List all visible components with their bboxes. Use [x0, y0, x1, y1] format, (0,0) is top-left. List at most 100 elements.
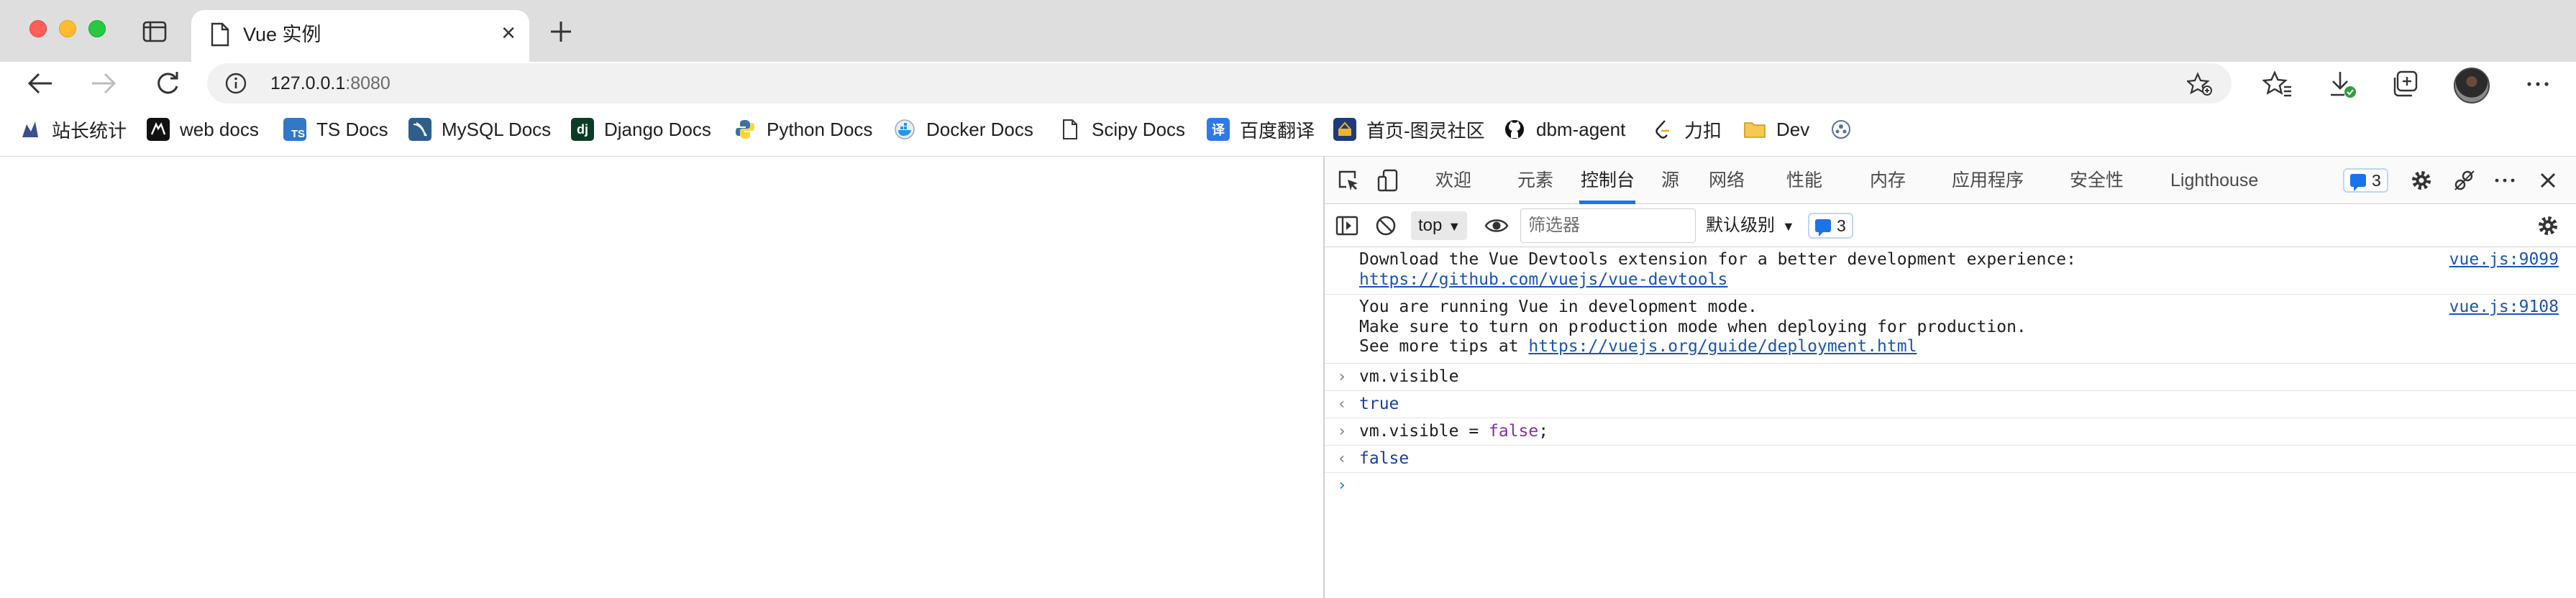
address-bar[interactable]: 127.0.0.1:8080: [207, 63, 2232, 104]
profile-avatar[interactable]: [2454, 68, 2490, 104]
downloads-icon[interactable]: [2327, 69, 2357, 99]
active-tab[interactable]: Vue 实例 ×: [191, 10, 529, 62]
command-value: false: [1489, 422, 1539, 441]
mysql-icon: [408, 118, 431, 141]
message-icon: [2350, 174, 2366, 191]
result-value: false: [1359, 449, 1410, 468]
devtools-tab-lighthouse[interactable]: Lighthouse: [2170, 168, 2258, 193]
bookmark-item[interactable]: 力扣: [1651, 115, 1722, 144]
bookmark-item[interactable]: Dev: [1743, 115, 1809, 144]
bookmark-item[interactable]: [1830, 115, 1863, 144]
console-issues-badge[interactable]: 3: [1808, 213, 1853, 239]
url-port: :8080: [345, 73, 390, 93]
forward-icon[interactable]: [88, 68, 119, 99]
bookmark-label: Docker Docs: [926, 118, 1033, 140]
tab-title: Vue 实例: [243, 24, 321, 45]
command-prefix: vm.visible =: [1359, 422, 1489, 441]
more-options-icon[interactable]: [2523, 69, 2553, 99]
devtools-tab-memory[interactable]: 内存: [1870, 168, 1906, 193]
bookmark-item[interactable]: 站长统计: [19, 115, 127, 144]
bookmark-label: 百度翻译: [1240, 119, 1315, 142]
refresh-icon[interactable]: [151, 68, 183, 99]
bookmark-item[interactable]: Python Docs: [734, 115, 872, 144]
django-icon: dj: [571, 118, 594, 141]
favorites-icon[interactable]: [2262, 69, 2293, 99]
console-prompt-row[interactable]: ›: [1325, 473, 2576, 502]
console-result-row: ‹ false: [1325, 446, 2576, 473]
message-icon: [1815, 219, 1831, 236]
more-tools-icon[interactable]: [2493, 168, 2517, 193]
web-page-viewport: [0, 157, 1323, 598]
devtools-panel: 欢迎 元素 控制台 源 网络 性能 内存 应用程序 安全性 Lighthouse…: [1323, 157, 2576, 598]
url-text: 127.0.0.1:8080: [270, 72, 390, 95]
close-tab-icon[interactable]: ×: [498, 21, 519, 45]
window-minimize-button[interactable]: [59, 20, 76, 37]
message-text: Download the Vue Devtools extension for …: [1359, 250, 2076, 269]
message-link[interactable]: https://github.com/vuejs/vue-devtools: [1359, 270, 1727, 289]
new-tab-icon[interactable]: [547, 17, 575, 46]
page-icon: [211, 22, 229, 47]
log-level-selector[interactable]: 默认级别 ▼: [1706, 211, 1795, 240]
docker-icon: [893, 118, 916, 141]
customize-icon[interactable]: [2452, 168, 2477, 193]
tab-actions-icon[interactable]: [142, 20, 167, 43]
device-emulation-icon[interactable]: [1376, 168, 1401, 193]
devtools-tab-performance[interactable]: 性能: [1786, 168, 1822, 193]
filter-input[interactable]: [1520, 208, 1696, 243]
context-value: top: [1418, 216, 1443, 235]
live-expression-eye-icon[interactable]: [1484, 213, 1509, 238]
bookmark-item[interactable]: Scipy Docs: [1059, 115, 1185, 144]
bookmark-item[interactable]: 译百度翻译: [1207, 115, 1315, 144]
browser-toolbar: 127.0.0.1:8080: [0, 62, 2576, 105]
prompt-chevron-icon: ›: [1337, 477, 1347, 494]
site-info-icon[interactable]: [224, 72, 247, 95]
console-message: Download the Vue Devtools extension for …: [1325, 247, 2576, 295]
devtools-tab-elements[interactable]: 元素: [1517, 168, 1553, 193]
devtools-tab-console[interactable]: 控制台: [1581, 168, 1635, 193]
bookmark-item[interactable]: 首页-图灵社区: [1333, 115, 1485, 144]
console-input-row: › vm.visible: [1325, 364, 2576, 391]
collections-icon[interactable]: [2390, 69, 2421, 99]
bookmark-item[interactable]: dj Django Docs: [571, 115, 711, 144]
window-maximize-button[interactable]: [88, 20, 106, 37]
issues-badge[interactable]: 3: [2343, 168, 2388, 193]
result-arrow-icon: ‹: [1337, 450, 1347, 468]
message-source-link[interactable]: vue.js:9099: [2449, 250, 2559, 270]
devtools-tab-security[interactable]: 安全性: [2070, 168, 2124, 193]
devtools-tab-bar: 欢迎 元素 控制台 源 网络 性能 内存 应用程序 安全性 Lighthouse…: [1325, 157, 2576, 204]
extension-globe-icon: [1830, 118, 1853, 141]
page-icon: [1059, 118, 1082, 141]
typescript-icon: TS: [283, 118, 306, 141]
clear-console-icon[interactable]: [1374, 213, 1398, 238]
devtools-tab-network[interactable]: 网络: [1709, 168, 1745, 193]
bookmark-item[interactable]: Docker Docs: [893, 115, 1033, 144]
bookmark-label: dbm-agent: [1536, 118, 1626, 140]
window-close-button[interactable]: [29, 20, 47, 37]
context-selector[interactable]: top ▼: [1411, 211, 1467, 240]
message-source-link[interactable]: vue.js:9108: [2449, 298, 2559, 318]
add-favorite-icon[interactable]: [2187, 72, 2213, 96]
bookmark-item[interactable]: MySQL Docs: [408, 115, 551, 144]
bookmark-label: Scipy Docs: [1092, 118, 1186, 140]
message-link[interactable]: https://vuejs.org/guide/deployment.html: [1528, 337, 1917, 356]
close-devtools-icon[interactable]: [2536, 168, 2560, 193]
console-settings-gear-icon[interactable]: [2536, 213, 2560, 238]
inspect-element-icon[interactable]: [1336, 168, 1361, 193]
issues-count: 3: [2372, 170, 2381, 190]
show-sidebar-icon[interactable]: [1335, 213, 1359, 238]
back-icon[interactable]: [24, 68, 56, 99]
message-text: See more tips at: [1359, 337, 1529, 356]
devtools-tab-welcome[interactable]: 欢迎: [1435, 168, 1471, 193]
translate-icon: 译: [1207, 118, 1230, 141]
bookmark-item[interactable]: web docs: [147, 115, 259, 144]
result-value: true: [1359, 395, 1399, 413]
input-command: vm.visible: [1359, 367, 1459, 386]
bookmark-label: TS Docs: [316, 118, 388, 140]
bookmark-item[interactable]: dbm-agent: [1503, 115, 1625, 144]
bookmark-item[interactable]: TS TS Docs: [283, 115, 388, 144]
devtools-tab-application[interactable]: 应用程序: [1952, 168, 2024, 193]
url-host: 127.0.0.1: [270, 73, 346, 93]
settings-gear-icon[interactable]: [2409, 168, 2434, 193]
input-chevron-icon: ›: [1337, 368, 1347, 386]
devtools-tab-sources[interactable]: 源: [1661, 168, 1679, 193]
